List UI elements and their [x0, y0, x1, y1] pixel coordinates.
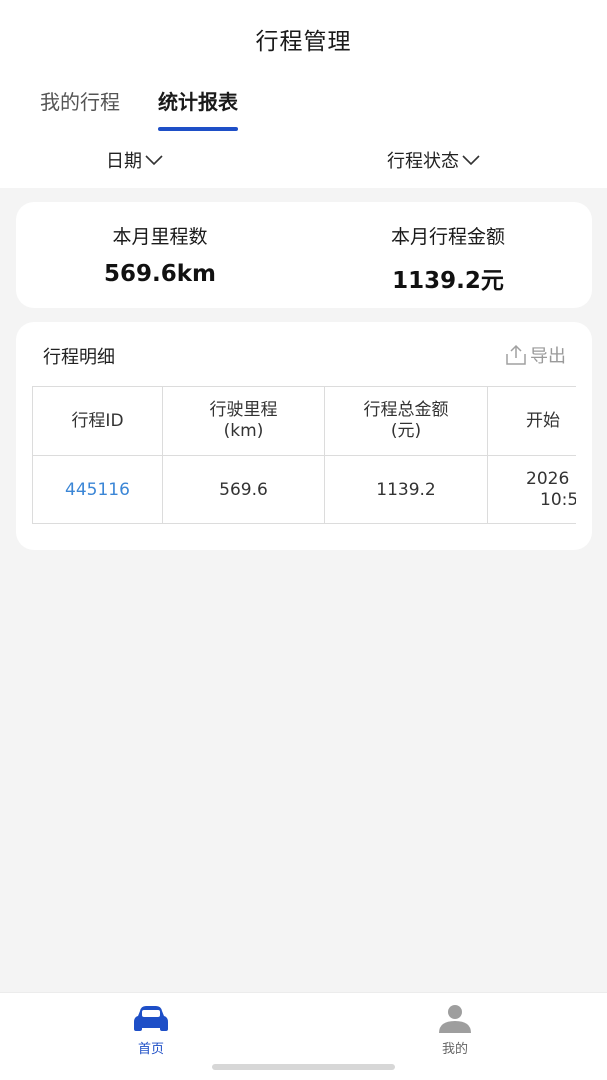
nav-mine[interactable]: 我的: [415, 1003, 495, 1057]
nav-home[interactable]: 首页: [111, 1003, 191, 1057]
date-filter[interactable]: 日期: [106, 147, 163, 173]
export-label: 导出: [530, 346, 566, 367]
trip-start-cell: 2026 10:5: [487, 455, 576, 524]
column-header-trip-id: 行程ID: [32, 386, 163, 456]
monthly-amount-label: 本月行程金额: [390, 226, 505, 248]
table-header-row: 行程ID 行驶里程 (km) 行程总金额 (元) 开始: [32, 386, 576, 456]
status-filter-label: 行程状态: [387, 151, 459, 172]
filter-bar: 日期 行程状态: [0, 147, 607, 175]
tab-bar: 我的行程 统计报表: [40, 86, 276, 131]
trip-table-scroll[interactable]: 行程ID 行驶里程 (km) 行程总金额 (元) 开始 445116 569.6…: [32, 386, 576, 526]
trip-amount-cell: 1139.2: [324, 455, 488, 524]
column-header-start: 开始: [487, 386, 576, 456]
trip-detail-card: 行程明细 导出 行程ID 行驶里程 (km) 行程总金额 (元) 开始 4451…: [16, 322, 592, 550]
trip-id-link[interactable]: 445116: [32, 455, 163, 524]
nav-mine-label: 我的: [441, 1042, 468, 1057]
page-title: 行程管理: [255, 29, 352, 55]
status-filter[interactable]: 行程状态: [387, 147, 480, 173]
column-header-mileage: 行驶里程 (km): [162, 386, 325, 456]
top-area: 行程管理 我的行程 统计报表 日期 行程状态: [0, 0, 607, 188]
monthly-amount-value: 1139.2元: [392, 268, 504, 294]
tab-statistics[interactable]: 统计报表: [158, 86, 238, 131]
chevron-down-icon: [145, 155, 163, 166]
nav-home-label: 首页: [137, 1042, 164, 1057]
export-button[interactable]: 导出: [505, 342, 566, 368]
monthly-mileage-label: 本月里程数: [112, 226, 208, 248]
trip-mileage-cell: 569.6: [162, 455, 325, 524]
table-row: 445116 569.6 1139.2 2026 10:5: [32, 455, 576, 524]
trip-table: 行程ID 行驶里程 (km) 行程总金额 (元) 开始 445116 569.6…: [32, 386, 576, 524]
car-icon: [134, 1006, 168, 1031]
date-filter-label: 日期: [106, 151, 142, 172]
summary-card: 本月里程数 569.6km 本月行程金额 1139.2元: [16, 202, 592, 308]
export-icon: [506, 344, 526, 365]
user-icon: [439, 1005, 471, 1033]
column-header-amount: 行程总金额 (元): [324, 386, 488, 456]
monthly-amount: 本月行程金额 1139.2元: [304, 222, 592, 295]
monthly-mileage: 本月里程数 569.6km: [16, 222, 304, 287]
home-indicator: [212, 1064, 395, 1070]
chevron-down-icon: [462, 155, 480, 166]
trip-detail-title: 行程明细: [43, 347, 115, 368]
tab-my-trips[interactable]: 我的行程: [40, 86, 120, 131]
monthly-mileage-value: 569.6km: [103, 261, 216, 287]
